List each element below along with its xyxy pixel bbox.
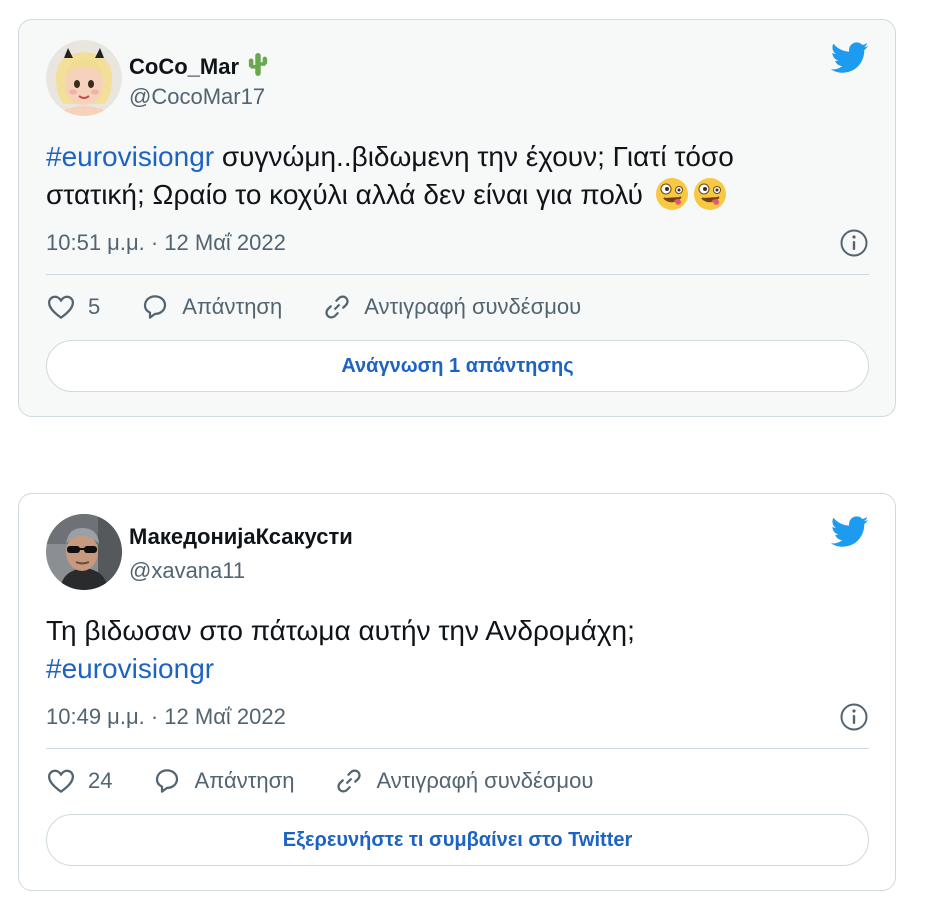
timestamp[interactable]: 10:51 μ.μ. · 12 Μαΐ 2022 xyxy=(46,230,286,256)
like-button[interactable]: 24 xyxy=(46,766,112,796)
twitter-bird-icon[interactable] xyxy=(830,42,869,76)
divider xyxy=(46,274,869,275)
tweet-text: Τη βιδωσαν στο πάτωμα αυτήν την Ανδρομάχ… xyxy=(46,612,866,688)
reply-label: Απάντηση xyxy=(194,768,295,793)
handle[interactable]: @xavana11 xyxy=(129,558,245,584)
tweet-text-line1: Τη βιδωσαν στο πάτωμα αυτήν την Ανδρομάχ… xyxy=(46,615,635,646)
timestamp[interactable]: 10:49 μ.μ. · 12 Μαΐ 2022 xyxy=(46,704,286,730)
reply-label: Απάντηση xyxy=(182,294,283,319)
tweet-text-line1: συγνώμη..βιδωμενη την έχουν; Γιατί τόσο xyxy=(214,141,734,172)
tweet-card: CoCo_Mar @CocoMar17 #eurovisiongr συγνώμ… xyxy=(18,19,896,417)
reply-button[interactable]: Απάντηση xyxy=(140,292,282,322)
like-count: 24 xyxy=(88,768,113,793)
copy-link-button[interactable]: Αντιγραφή συνδέσμου xyxy=(322,292,581,322)
reply-bubble-icon xyxy=(144,295,167,319)
reply-button[interactable]: Απάντηση xyxy=(152,766,294,796)
like-count: 5 xyxy=(88,294,101,319)
zany-face-emoji-icon xyxy=(693,177,727,211)
read-replies-button[interactable]: Ανάγνωση 1 απάντησης xyxy=(46,340,869,392)
heart-icon xyxy=(47,295,75,320)
copy-link-label: Αντιγραφή συνδέσμου xyxy=(364,294,582,319)
display-name[interactable]: МакедонијаКсакусти xyxy=(129,524,353,550)
zany-face-emoji-icon xyxy=(655,177,689,211)
cactus-icon xyxy=(247,50,269,83)
divider xyxy=(46,748,869,749)
info-icon[interactable] xyxy=(839,228,869,258)
tweet-text: #eurovisiongr συγνώμη..βιδωμενη την έχου… xyxy=(46,138,866,214)
heart-icon xyxy=(47,769,75,794)
like-button[interactable]: 5 xyxy=(46,292,100,322)
reply-bubble-icon xyxy=(156,769,179,793)
display-name[interactable]: CoCo_Mar xyxy=(129,54,239,80)
link-icon xyxy=(325,295,349,319)
tweet-text-line2: στατική; Ωραίο το κοχύλι αλλά δεν είναι … xyxy=(46,179,643,210)
explore-twitter-button[interactable]: Εξερευνήστε τι συμβαίνει στο Twitter xyxy=(46,814,869,866)
info-icon[interactable] xyxy=(839,702,869,732)
hashtag-link[interactable]: #eurovisiongr xyxy=(46,653,214,684)
handle[interactable]: @CocoMar17 xyxy=(129,84,265,110)
link-icon xyxy=(337,769,362,793)
twitter-bird-icon[interactable] xyxy=(830,516,869,550)
copy-link-button[interactable]: Αντιγραφή συνδέσμου xyxy=(334,766,593,796)
avatar[interactable] xyxy=(46,514,122,590)
copy-link-label: Αντιγραφή συνδέσμου xyxy=(376,768,594,793)
tweet-card: МакедонијаКсакусти @xavana11 Τη βιδωσαν … xyxy=(18,493,896,891)
avatar[interactable] xyxy=(46,40,122,116)
hashtag-link[interactable]: #eurovisiongr xyxy=(46,141,214,172)
